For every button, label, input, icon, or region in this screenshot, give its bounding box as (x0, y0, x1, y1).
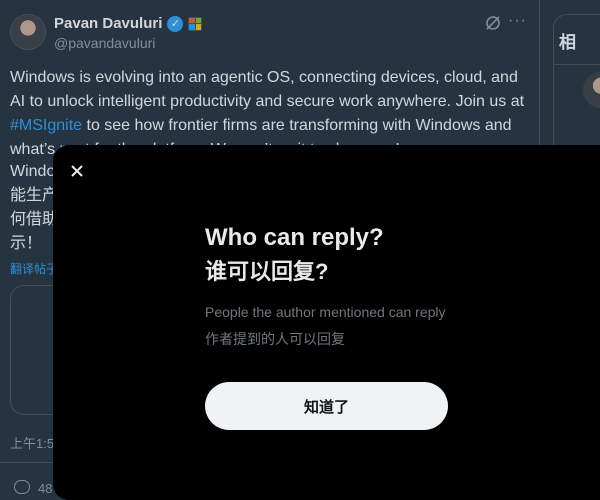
author-handle[interactable]: @pavandavuluri (54, 35, 155, 51)
post-timestamp[interactable]: 上午1:5 (10, 433, 54, 452)
dialog-title-translated: 谁可以回复? (205, 259, 329, 284)
close-button[interactable] (61, 155, 93, 187)
reply-icon[interactable] (14, 480, 30, 494)
translate-post-link[interactable]: 翻译帖子 (10, 260, 58, 277)
related-heading: 相 (559, 33, 576, 52)
post-text-part: Windows is evolving into an agentic OS, … (10, 69, 525, 110)
grok-icon[interactable] (484, 14, 502, 32)
dialog-description-translated: 作者提到的人可以回复 (205, 331, 345, 347)
author-name[interactable]: Pavan Davuluri (54, 15, 162, 32)
dialog-title: Who can reply? (205, 224, 384, 251)
who-can-reply-dialog: Who can reply? 谁可以回复? People the author … (53, 145, 600, 500)
got-it-button[interactable]: 知道了 (205, 382, 448, 430)
close-icon (71, 165, 83, 177)
more-horizontal-icon[interactable]: ··· (508, 12, 527, 30)
divider (553, 64, 600, 65)
author-row: Pavan Davuluri ✓ (54, 15, 203, 32)
verified-badge-icon[interactable]: ✓ (167, 15, 184, 32)
reply-count: 48 (38, 481, 53, 496)
microsoft-logo-icon[interactable] (188, 16, 203, 31)
dialog-description: People the author mentioned can reply (205, 304, 446, 320)
hashtag-link[interactable]: #MSIgnite (10, 117, 82, 134)
author-avatar[interactable] (10, 14, 46, 50)
